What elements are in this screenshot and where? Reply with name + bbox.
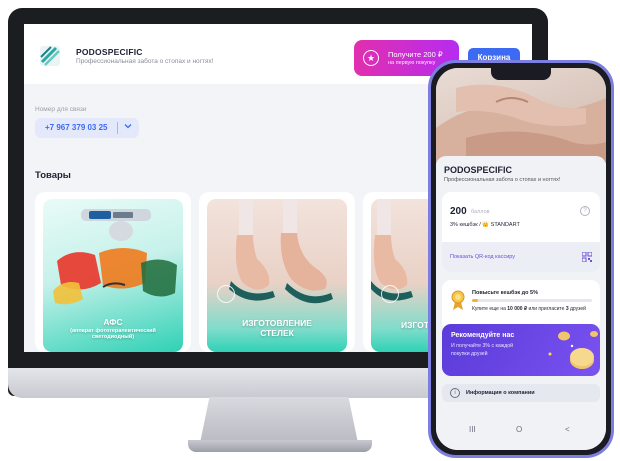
product-title-2: СТЕЛЕК — [260, 328, 294, 338]
star-icon: ★ — [363, 50, 379, 66]
brand-name[interactable]: PODOSPECIFIC — [76, 47, 143, 57]
show-qr-button[interactable]: Показать QR-код кассиру — [442, 242, 600, 272]
contact-label: Номер для связи — [35, 106, 87, 113]
upgrade-title: Повысьте кешбэк до 5% — [472, 290, 538, 296]
divider — [117, 122, 118, 134]
upgrade-description: Купите еще на 10 000 ₽ или пригласите 3 … — [472, 306, 592, 313]
brand-name: PODOSPECIFIC — [444, 165, 513, 175]
balance-value: 200 — [450, 206, 467, 217]
circle-icon — [381, 285, 399, 303]
mobile-screen: PODOSPECIFIC Профессиональная забота о с… — [436, 68, 606, 450]
about-company-button[interactable]: i Информация о компании — [442, 384, 600, 402]
product-card-insoles[interactable]: ИЗГОТОВЛЕНИЕ СТЕЛЕК — [199, 192, 355, 352]
back-icon[interactable]: < — [565, 425, 570, 434]
cashback-tier: 3% кешбэк / 👑 STANDART — [450, 222, 520, 228]
product-title: АФС — [103, 317, 123, 327]
composite-mockup: PODOSPECIFIC Профессиональная забота о с… — [0, 0, 620, 461]
upgrade-desc-middle: или пригласите — [527, 306, 566, 312]
balance-card: 200 баллов ? 3% кешбэк / 👑 STANDART Пока… — [442, 192, 600, 272]
upgrade-desc-before: Купите еще на — [472, 306, 508, 312]
upgrade-desc-amount: 10 000 ₽ — [507, 306, 528, 312]
home-icon[interactable]: O — [516, 425, 522, 434]
product-caption: ИЗГОТОВЛЕНИЕ СТЕЛЕК — [207, 318, 347, 338]
qr-label: Показать QR-код кассиру — [450, 254, 516, 260]
hero-image — [436, 68, 606, 163]
about-company-label: Информация о компании — [466, 390, 535, 396]
mobile-content: PODOSPECIFIC Профессиональная забота о с… — [436, 156, 606, 450]
referral-title: Рекомендуйте нас — [451, 332, 515, 339]
phone-number: +7 967 379 03 25 — [45, 123, 108, 132]
referral-subtitle: И получайте 3% с каждой покупки друзей — [451, 343, 514, 357]
promo-subtitle: на первую покупку — [388, 60, 436, 66]
upgrade-desc-after: друзей — [568, 306, 586, 312]
product-title: ИЗГОТОВЛЕНИЕ — [242, 318, 312, 328]
brand-logo-icon[interactable] — [38, 44, 62, 68]
chevron-down-icon — [124, 121, 132, 133]
product-image: АФС (аппарат фототерапевтический светоди… — [43, 199, 183, 352]
balance-label: баллов — [471, 209, 490, 215]
coins-illustration — [548, 331, 598, 369]
android-nav-bar: III O < — [436, 413, 606, 450]
monitor-stand — [200, 397, 358, 443]
circle-icon — [217, 285, 235, 303]
brand-tagline: Профессиональная забота о стопах и ногтя… — [444, 177, 561, 183]
section-title-products: Товары — [35, 170, 71, 181]
help-icon[interactable]: ? — [580, 206, 590, 216]
product-image: ИЗГОТОВЛЕНИЕ СТЕЛЕК — [207, 199, 347, 352]
medal-icon — [451, 290, 465, 310]
phone-frame: PODOSPECIFIC Профессиональная забота о с… — [428, 60, 614, 458]
upgrade-progress-fill — [472, 299, 478, 302]
phone-selector[interactable]: +7 967 379 03 25 — [35, 118, 139, 138]
phone-notch — [491, 68, 551, 80]
product-card-afs[interactable]: АФС (аппарат фототерапевтический светоди… — [35, 192, 191, 352]
qr-code-icon — [582, 252, 592, 262]
brand-tagline: Профессиональная забота о стопах и ногтя… — [76, 58, 214, 65]
referral-banner[interactable]: Рекомендуйте нас И получайте 3% с каждой… — [442, 324, 600, 376]
promo-title: Получите 200 ₽ — [388, 50, 443, 59]
monitor-foot — [188, 440, 372, 452]
upgrade-progress-bar — [472, 299, 592, 302]
product-caption: АФС (аппарат фототерапевтический светоди… — [43, 317, 183, 340]
info-icon: i — [450, 388, 460, 398]
recent-apps-icon[interactable]: III — [469, 425, 476, 434]
feet-photo-illustration — [436, 84, 606, 163]
product-subtitle-2: светодиодный) — [91, 334, 135, 340]
